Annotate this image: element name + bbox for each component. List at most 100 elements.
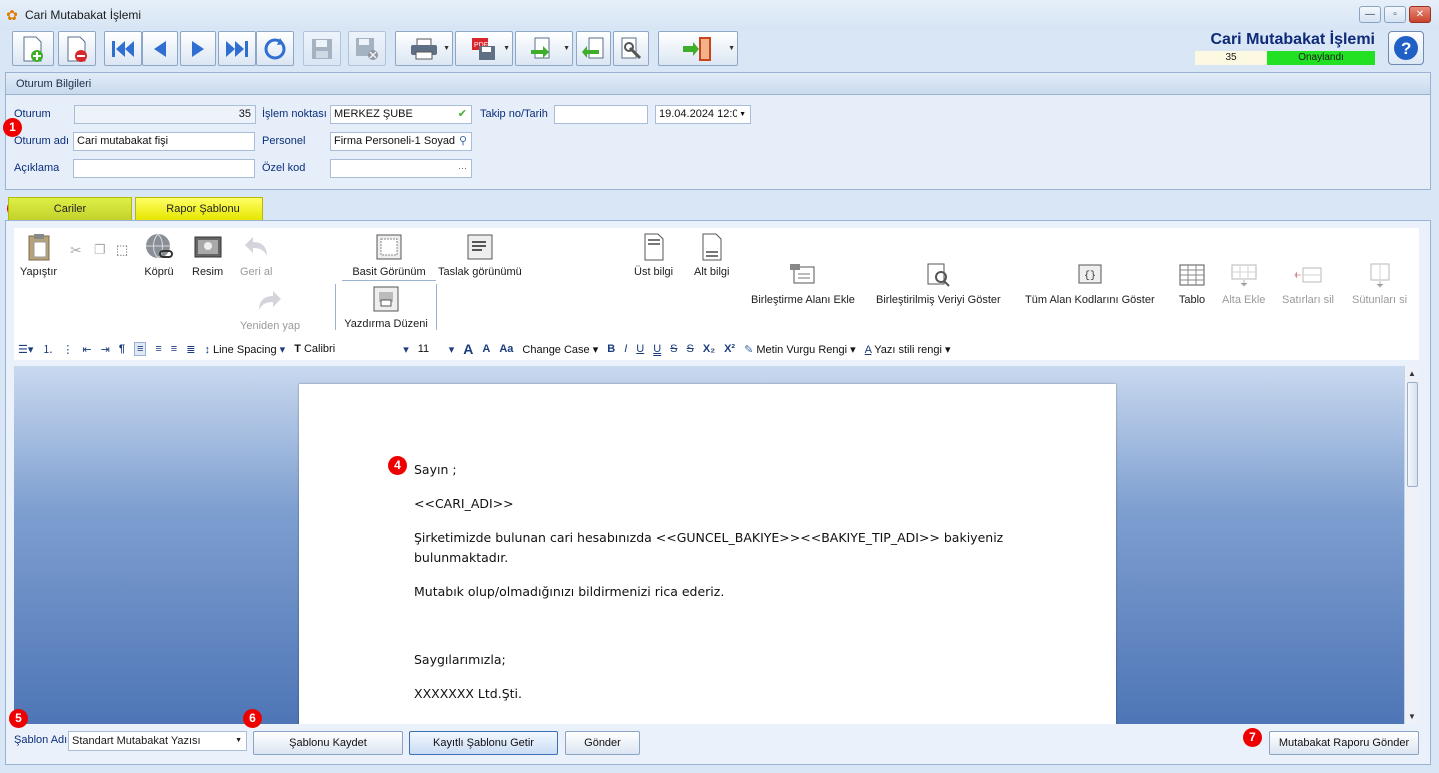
chevron-down-icon[interactable]: ▼ <box>737 106 746 123</box>
save-template-button[interactable]: Şablonu Kaydet <box>253 731 403 755</box>
font-color-icon: A <box>864 343 872 356</box>
show-field-codes-label: Tüm Alan Kodlarını Göster <box>1025 294 1155 306</box>
maximize-button[interactable]: ▫ <box>1384 6 1406 23</box>
subscript-icon[interactable]: X₂ <box>703 343 715 355</box>
show-field-codes-button[interactable]: {} Tüm Alan Kodlarını Göster <box>1025 260 1155 306</box>
grow-font-icon[interactable]: A <box>463 341 473 357</box>
cut-icon[interactable]: ✂ <box>70 242 82 259</box>
align-left-icon[interactable]: ≡ <box>133 342 147 356</box>
transfer-button[interactable] <box>576 31 611 66</box>
tarih-field[interactable]: 19.04.2024 12:0 ▼ <box>655 105 751 124</box>
header-button[interactable]: Üst bilgi <box>634 232 673 278</box>
pilcrow-icon[interactable]: ¶ <box>119 343 125 355</box>
oturum-adi-field[interactable]: Cari mutabakat fişi <box>73 132 255 151</box>
select-all-icon[interactable]: ⬚ <box>116 242 128 258</box>
font-color-dropdown[interactable]: A Yazı stili rengi ▾ <box>865 343 951 356</box>
footer-button[interactable]: Alt bilgi <box>694 232 729 278</box>
font-size-chevron-icon[interactable]: ▾ <box>449 343 455 356</box>
document-editor[interactable]: Sayın ; <<CARI_ADI>> Şirketimizde buluna… <box>14 366 1404 724</box>
highlight-color-dropdown[interactable]: ✎ Metin Vurgu Rengi ▾ <box>744 343 856 356</box>
print-button[interactable]: ▼ <box>395 31 453 66</box>
save-close-button[interactable] <box>348 31 386 66</box>
help-button[interactable]: ? <box>1388 31 1424 65</box>
shrink-font-icon[interactable]: A <box>482 343 490 355</box>
ozel-kod-field[interactable]: ··· <box>330 159 472 178</box>
double-underline-icon[interactable]: U <box>653 343 661 355</box>
double-strikethrough-icon[interactable]: S <box>687 343 694 355</box>
scroll-down-icon[interactable]: ▼ <box>1408 712 1416 721</box>
islem-noktasi-field[interactable]: MERKEZ ŞUBE ✔ <box>330 105 472 124</box>
tab-cariler[interactable]: Cariler <box>8 197 132 220</box>
italic-icon[interactable]: I <box>624 343 627 355</box>
scroll-thumb[interactable] <box>1407 382 1418 487</box>
justify-icon[interactable]: ≣ <box>186 343 195 356</box>
minimize-button[interactable]: — <box>1359 6 1381 23</box>
oturum-field[interactable]: 35 <box>74 105 256 124</box>
marker-7: 7 <box>1243 728 1262 747</box>
save-button[interactable] <box>303 31 341 66</box>
scroll-up-icon[interactable]: ▲ <box>1408 369 1416 378</box>
numbering-icon[interactable]: ⒈ <box>42 341 53 357</box>
font-name-select[interactable]: T Calibri <box>294 343 394 355</box>
personel-field[interactable]: Firma Personeli-1 Soyad ⚲ <box>330 132 472 151</box>
underline-icon[interactable]: U <box>636 343 644 355</box>
preview-icon <box>927 263 951 287</box>
simple-view-button[interactable]: Basit Görünüm <box>342 232 436 281</box>
insert-below-button[interactable]: Alta Ekle <box>1222 260 1265 306</box>
doc-line-greeting: Sayın ; <box>414 462 457 477</box>
new-record-button[interactable] <box>12 31 54 66</box>
send-report-button[interactable]: Mutabakat Raporu Gönder <box>1269 731 1419 755</box>
decrease-indent-icon[interactable]: ⇤ <box>82 343 91 356</box>
draft-view-button[interactable]: Taslak görünümü <box>438 232 522 278</box>
first-record-button[interactable] <box>104 31 142 66</box>
settings-button[interactable] <box>613 31 649 66</box>
image-button[interactable]: Resim <box>192 232 223 278</box>
bullets-icon[interactable]: ☰▾ <box>18 343 33 356</box>
pdf-export-button[interactable]: PDF ▼ <box>455 31 513 66</box>
tab-rapor-sablonu[interactable]: Rapor Şablonu <box>135 197 263 220</box>
delete-record-button[interactable] <box>58 31 96 66</box>
aciklama-field[interactable] <box>73 159 255 178</box>
template-name-select[interactable]: Standart Mutabakat Yazısı ▼ <box>68 731 247 751</box>
lookup-icon[interactable]: ⚲ <box>459 133 467 150</box>
clipboard-icon <box>28 234 50 261</box>
redo-button[interactable]: Yeniden yap <box>240 286 300 332</box>
table-button[interactable]: Tablo <box>1177 260 1207 306</box>
align-center-icon[interactable]: ≡ <box>155 343 161 355</box>
last-record-button[interactable] <box>218 31 256 66</box>
delete-rows-button[interactable]: Satırları sil <box>1282 260 1334 306</box>
next-record-button[interactable] <box>180 31 216 66</box>
insert-merge-field-button[interactable]: Birleştirme Alanı Ekle <box>751 260 855 306</box>
ellipsis-icon[interactable]: ··· <box>458 160 467 177</box>
superscript-icon[interactable]: X² <box>724 343 735 355</box>
refresh-button[interactable] <box>256 31 294 66</box>
undo-button[interactable]: Geri al <box>240 232 272 278</box>
change-case-icon[interactable]: Aa <box>499 343 513 355</box>
show-merged-data-button[interactable]: Birleştirilmiş Veriyi Göster <box>876 260 1001 306</box>
increase-indent-icon[interactable]: ⇥ <box>101 343 110 356</box>
font-name-chevron-icon[interactable]: ▾ <box>403 343 409 356</box>
strikethrough-icon[interactable]: S <box>670 343 677 355</box>
check-icon[interactable]: ✔ <box>458 106 467 123</box>
font-size-select[interactable]: 11 <box>418 343 440 355</box>
print-layout-button[interactable]: Yazdırma Düzeni <box>335 284 437 330</box>
change-case-dropdown[interactable]: Change Case ▾ <box>522 343 598 356</box>
multilevel-list-icon[interactable]: ⋮ <box>62 343 73 356</box>
load-template-button[interactable]: Kayıtlı Şablonu Getir <box>409 731 558 755</box>
close-button[interactable]: ✕ <box>1409 6 1431 23</box>
copy-icon[interactable]: ❐ <box>94 242 106 258</box>
delete-columns-button[interactable]: Sütunları si <box>1352 260 1407 306</box>
exit-button[interactable]: ▼ <box>658 31 738 66</box>
vertical-scrollbar[interactable]: ▲ ▼ <box>1404 366 1419 724</box>
paste-button[interactable]: Yapıştır <box>20 232 57 278</box>
line-spacing-dropdown[interactable]: ↕ Line Spacing ▾ <box>204 343 285 356</box>
align-right-icon[interactable]: ≡ <box>171 343 177 355</box>
chevron-down-icon[interactable]: ▼ <box>235 732 242 750</box>
import-button[interactable]: ▼ <box>515 31 573 66</box>
document-page[interactable]: Sayın ; <<CARI_ADI>> Şirketimizde buluna… <box>299 384 1116 724</box>
link-button[interactable]: Köprü <box>144 232 174 278</box>
previous-record-button[interactable] <box>142 31 178 66</box>
send-button[interactable]: Gönder <box>565 731 640 755</box>
takip-no-field[interactable] <box>554 105 648 124</box>
bold-icon[interactable]: B <box>607 343 615 355</box>
